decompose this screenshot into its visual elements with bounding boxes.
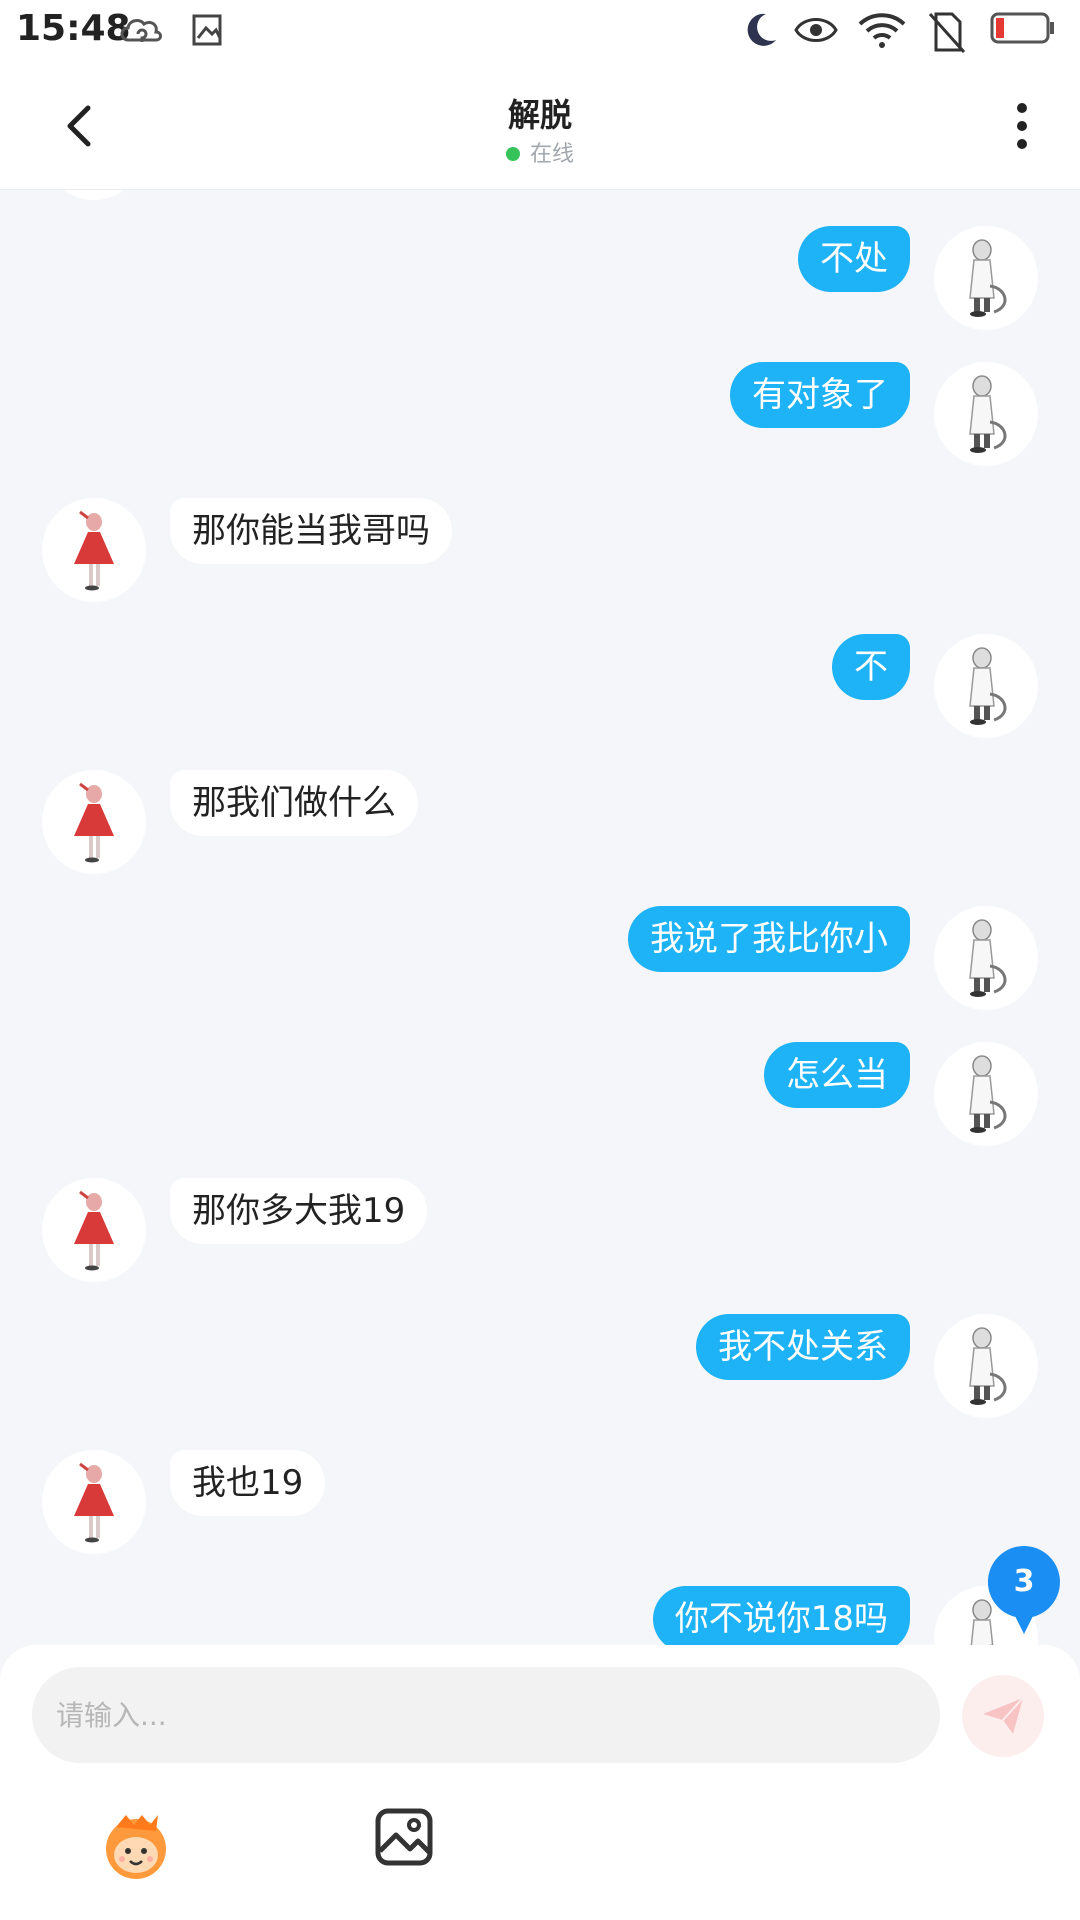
no-sim-icon [928,12,966,54]
battery-icon [990,12,1054,44]
message-row: 有对象了 [0,362,1080,472]
message-row: 不处 [0,226,1080,336]
my-avatar[interactable] [934,634,1038,738]
message-row: 那我们做什么 [0,770,1080,880]
eye-icon [794,18,838,42]
contact-avatar[interactable] [42,498,146,602]
received-bubble[interactable]: 我也19 [170,1450,326,1516]
unread-count-badge[interactable]: 3 [972,1544,1076,1640]
my-avatar[interactable] [934,1314,1038,1418]
online-status-label: 在线 [529,142,574,167]
contact-avatar[interactable] [42,1178,146,1282]
my-avatar[interactable] [934,906,1038,1010]
message-row: 你不说你18吗 [0,1586,1080,1645]
avatar [42,190,146,200]
send-button[interactable] [962,1675,1044,1757]
message-row: 那你能当我哥吗 [0,498,1080,608]
sent-bubble[interactable]: 不处 [798,226,910,292]
online-status: 在线 [0,136,1080,168]
online-dot-icon [505,147,520,161]
message-row: 我不处关系 [0,1314,1080,1424]
message-input[interactable] [32,1667,940,1763]
my-avatar[interactable] [934,362,1038,466]
send-icon [983,1697,1024,1734]
unread-count: 3 [1013,1564,1035,1599]
moon-icon [747,13,776,46]
status-bar: 15:48 [0,0,1080,62]
emoji-icon[interactable] [96,1805,176,1885]
sent-bubble[interactable]: 我不处关系 [696,1314,910,1380]
sent-bubble[interactable]: 怎么当 [764,1042,910,1108]
chat-header: 解脱 在线 [0,62,1080,190]
sent-bubble[interactable]: 有对象了 [730,362,910,428]
message-composer [0,1645,1080,1920]
status-time: 15:48 [16,8,131,49]
wifi-icon [858,13,906,48]
sent-bubble[interactable]: 不 [832,634,910,700]
sent-bubble[interactable]: 我说了我比你小 [628,906,910,972]
my-avatar[interactable] [934,226,1038,330]
my-avatar[interactable] [934,1042,1038,1146]
message-row: 我说了我比你小 [0,906,1080,1016]
contact-avatar[interactable] [42,770,146,874]
received-bubble[interactable]: 那你多大我19 [170,1178,428,1244]
sent-bubble[interactable]: 你不说你18吗 [652,1586,910,1645]
message-row: 不 [0,634,1080,744]
image-icon[interactable] [374,1807,434,1867]
message-row: 那你多大我19 [0,1178,1080,1288]
contact-name: 解脱 [507,96,572,134]
received-bubble[interactable]: 那我们做什么 [170,770,418,836]
message-row: 怎么当 [0,1042,1080,1152]
received-bubble[interactable]: 那你能当我哥吗 [170,498,452,564]
contact-avatar[interactable] [42,1450,146,1554]
message-row: 我也19 [0,1450,1080,1560]
cloud-icon [120,19,162,42]
more-vert-icon[interactable] [1000,98,1044,154]
message-list[interactable]: 不处 有对象了 那你能当我哥吗 不 那我们做什么 我说了我比你小 怎么当 那你多… [0,190,1080,1645]
image-status-icon [192,14,222,46]
